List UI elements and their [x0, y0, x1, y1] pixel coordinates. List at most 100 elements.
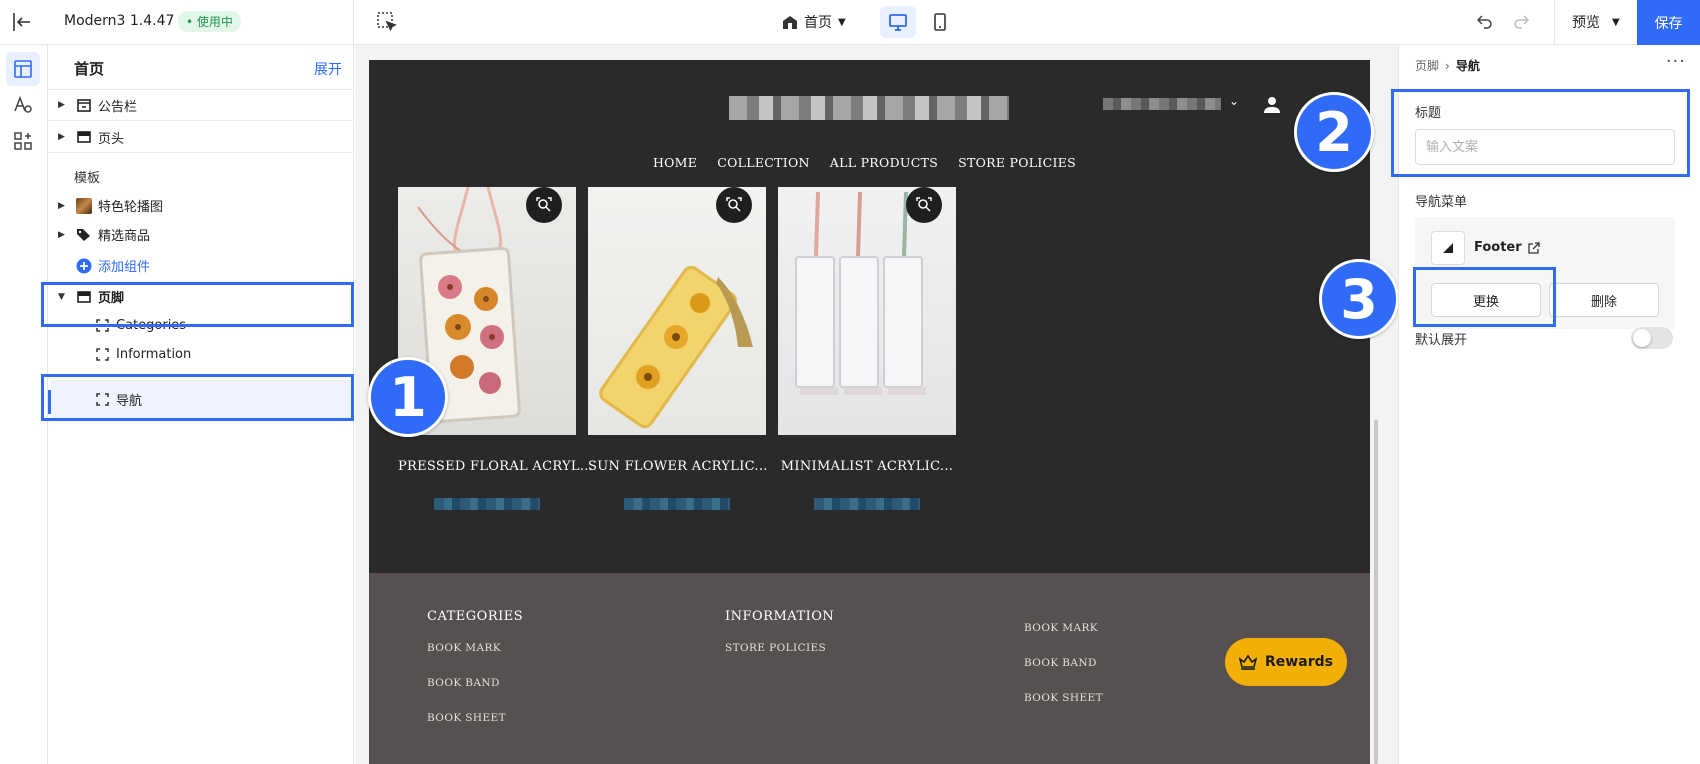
page-selector[interactable]: 首页 ▼ — [782, 12, 846, 32]
footer-link[interactable]: BOOK MARK — [427, 642, 523, 654]
caret-right-icon[interactable]: ▶ — [58, 230, 68, 240]
typography-icon — [14, 95, 32, 113]
apps-icon — [14, 132, 32, 150]
nav-home[interactable]: HOME — [653, 155, 697, 170]
select-element-icon[interactable] — [376, 11, 398, 37]
tree-item-featured-products[interactable]: ▶ 精选商品 — [48, 219, 354, 250]
footer-link[interactable]: BOOK MARK — [1024, 622, 1103, 634]
mobile-icon — [934, 13, 946, 31]
tree-item-label: 页头 — [98, 131, 125, 147]
divider — [1554, 0, 1555, 45]
product-name[interactable]: MINIMALIST ACRYLIC... — [778, 459, 956, 474]
home-icon — [783, 16, 797, 29]
store-logo — [729, 96, 1009, 120]
tree-item-label: 公告栏 — [98, 99, 138, 115]
plus-circle-icon — [76, 258, 92, 274]
site-preview[interactable]: ⌄ HOME COLLECTION ALL PRODUCTS STORE POL… — [369, 60, 1370, 764]
tree-item-label: 精选商品 — [98, 229, 151, 244]
rewards-label: Rewards — [1265, 654, 1333, 670]
tree-item-information[interactable]: Information — [48, 339, 354, 370]
product-image[interactable] — [778, 187, 956, 435]
theme-styles-tab[interactable] — [6, 88, 40, 122]
chevron-down-icon: ▼ — [1612, 16, 1620, 28]
nav-menu-label: 导航菜单 — [1415, 195, 1468, 210]
step-badge-1: 1 — [368, 357, 448, 437]
desktop-view-button[interactable] — [880, 6, 916, 38]
expand-all-link[interactable]: 展开 — [314, 59, 342, 79]
zoom-icon[interactable] — [526, 187, 562, 223]
tree-item-announcement[interactable]: ▶ 公告栏 — [48, 90, 354, 121]
theme-info: Modern3 1.4.47 • 使用中 — [48, 0, 354, 45]
product-image[interactable] — [588, 187, 766, 435]
preview-button[interactable]: 预览 ▼ — [1572, 12, 1620, 32]
highlight-box-footer — [41, 282, 354, 327]
top-bar: Modern3 1.4.47 • 使用中 首页 ▼ 预览 ▼ 保存 — [0, 0, 1700, 45]
menu-name-text: Footer — [1474, 240, 1522, 255]
tree-item-label: 特色轮播图 — [98, 200, 164, 215]
highlight-box-title — [1391, 89, 1690, 177]
product-name[interactable]: SUN FLOWER ACRYLIC... — [588, 459, 767, 474]
footer-heading: CATEGORIES — [427, 609, 524, 624]
site-footer: CATEGORIES BOOK MARK BOOK BAND BOOK SHEE… — [369, 573, 1370, 764]
save-button[interactable]: 保存 — [1637, 0, 1700, 45]
chevron-down-icon[interactable]: ⌄ — [1229, 94, 1239, 108]
footer-link[interactable]: BOOK BAND — [1024, 657, 1103, 669]
breadcrumb-parent[interactable]: 页脚 — [1415, 57, 1439, 74]
apps-tab[interactable] — [6, 124, 40, 158]
chevron-down-icon: ▼ — [838, 16, 846, 28]
mobile-view-button[interactable] — [922, 6, 958, 38]
page-title: 首页 — [74, 60, 105, 78]
footer-link[interactable]: BOOK SHEET — [427, 712, 523, 724]
product-name[interactable]: PRESSED FLORAL ACRYL... — [398, 459, 593, 474]
breadcrumb-current: 导航 — [1455, 59, 1480, 73]
product-card[interactable]: SUN FLOWER ACRYLIC... — [588, 187, 767, 510]
external-link-icon[interactable] — [1528, 241, 1540, 254]
zoom-icon[interactable] — [906, 187, 942, 223]
breadcrumb: 页脚 › 导航 — [1415, 57, 1480, 74]
footer-link[interactable]: STORE POLICIES — [725, 642, 834, 654]
product-card[interactable]: MINIMALIST ACRYLIC... — [778, 187, 956, 510]
site-nav: HOME COLLECTION ALL PRODUCTS STORE POLIC… — [369, 155, 1370, 170]
zoom-icon[interactable] — [716, 187, 752, 223]
nav-store-policies[interactable]: STORE POLICIES — [958, 155, 1076, 170]
block-icon — [94, 347, 110, 363]
caret-right-icon[interactable]: ▶ — [58, 132, 68, 142]
canvas-scrollbar[interactable] — [1374, 420, 1378, 764]
delete-button[interactable]: 删除 — [1549, 283, 1659, 317]
default-expand-label: 默认展开 — [1415, 333, 1468, 348]
caret-right-icon[interactable]: ▶ — [58, 201, 68, 211]
nav-collection[interactable]: COLLECTION — [717, 155, 810, 170]
undo-icon[interactable] — [1476, 12, 1494, 34]
theme-name: Modern3 1.4.47 — [64, 13, 175, 29]
user-icon[interactable] — [1263, 96, 1281, 118]
add-component-button[interactable]: 添加组件 — [48, 250, 354, 281]
tree-item-header[interactable]: ▶ 页头 — [48, 122, 354, 153]
footer-column-information: INFORMATION STORE POLICIES — [725, 609, 834, 677]
nav-all-products[interactable]: ALL PRODUCTS — [830, 155, 938, 170]
footer-column-categories: CATEGORIES BOOK MARK BOOK BAND BOOK SHEE… — [427, 609, 523, 747]
caret-right-icon[interactable]: ▶ — [58, 100, 68, 110]
footer-link[interactable]: BOOK SHEET — [1024, 692, 1103, 704]
menu-name[interactable]: Footer — [1474, 240, 1540, 255]
rewards-button[interactable]: Rewards — [1225, 638, 1347, 686]
redo-icon[interactable] — [1512, 12, 1530, 34]
layout-icon — [14, 60, 32, 78]
exit-editor-icon[interactable] — [10, 10, 34, 34]
more-options-icon[interactable]: ··· — [1666, 51, 1686, 72]
tree-header: 首页 展开 — [48, 45, 354, 90]
highlight-box-navigation — [41, 374, 354, 421]
highlight-box-replace — [1413, 267, 1556, 327]
image-thumbnail — [76, 197, 92, 214]
step-badge-3: 3 — [1319, 259, 1399, 339]
tree-item-label: Information — [116, 347, 192, 362]
header-icon — [76, 129, 92, 145]
language-selector[interactable] — [1103, 98, 1221, 110]
product-price — [624, 498, 730, 510]
crown-icon — [1239, 654, 1258, 670]
footer-link[interactable]: BOOK BAND — [427, 677, 523, 689]
product-price — [814, 498, 920, 510]
product-card[interactable]: PRESSED FLORAL ACRYL... — [398, 187, 593, 510]
tree-item-slideshow[interactable]: ▶ 特色轮播图 — [48, 190, 354, 221]
default-expand-toggle[interactable] — [1631, 327, 1673, 349]
sections-tab[interactable] — [6, 52, 40, 86]
